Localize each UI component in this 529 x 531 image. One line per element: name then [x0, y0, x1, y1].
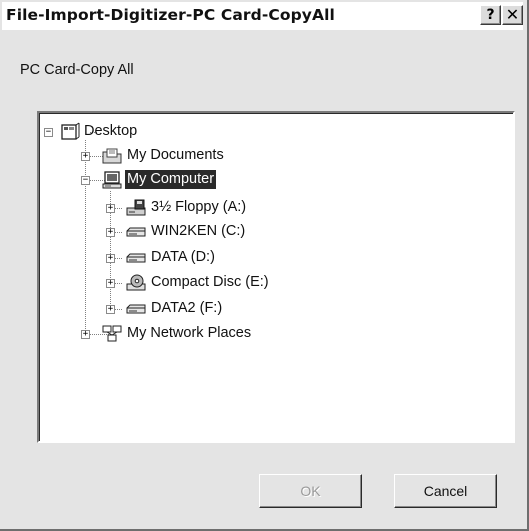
tree-label-my-documents: My Documents	[127, 147, 224, 163]
network-places-icon	[102, 325, 122, 342]
window-title: File-Import-Digitizer-PC Card-CopyAll	[6, 6, 335, 24]
close-button[interactable]: ✕	[502, 5, 523, 25]
expand-toggle[interactable]: +	[106, 228, 115, 237]
collapse-toggle[interactable]: −	[44, 128, 53, 137]
dialog-subtitle: PC Card-Copy All	[20, 62, 134, 78]
tree-label-my-network-places: My Network Places	[127, 325, 252, 341]
title-bar[interactable]: File-Import-Digitizer-PC Card-CopyAll ? …	[2, 2, 523, 30]
tree-label-drive: Compact Disc (E:)	[151, 274, 269, 290]
expand-toggle[interactable]: +	[106, 305, 115, 314]
floppy-drive-icon	[126, 199, 146, 216]
tree-label-drive: WIN2KEN (C:)	[151, 223, 246, 239]
expand-toggle[interactable]: +	[81, 152, 90, 161]
expand-toggle[interactable]: +	[81, 330, 90, 339]
hard-drive-icon	[126, 253, 146, 263]
dialog-window: File-Import-Digitizer-PC Card-CopyAll ? …	[0, 0, 529, 531]
expand-toggle[interactable]: +	[106, 254, 115, 263]
expand-toggle[interactable]: +	[106, 279, 115, 288]
help-button[interactable]: ?	[480, 5, 501, 25]
computer-icon	[102, 171, 122, 189]
ok-button[interactable]: OK	[259, 474, 362, 508]
folder-tree[interactable]: − Desktop + My Documents − My Computer +…	[37, 111, 515, 443]
expand-toggle[interactable]: +	[106, 204, 115, 213]
cancel-button[interactable]: Cancel	[394, 474, 497, 508]
tree-label-drive: 3½ Floppy (A:)	[151, 199, 247, 215]
tree-label-my-computer: My Computer	[125, 170, 217, 189]
tree-label-drive: DATA2 (F:)	[151, 300, 223, 316]
desktop-icon	[61, 122, 80, 140]
cd-drive-icon	[126, 274, 146, 291]
hard-drive-icon	[126, 304, 146, 314]
folder-documents-icon	[102, 148, 122, 164]
tree-label-drive: DATA (D:)	[151, 249, 215, 265]
hard-drive-icon	[126, 227, 146, 237]
tree-label-desktop: Desktop	[84, 123, 138, 139]
collapse-toggle[interactable]: −	[81, 176, 90, 185]
